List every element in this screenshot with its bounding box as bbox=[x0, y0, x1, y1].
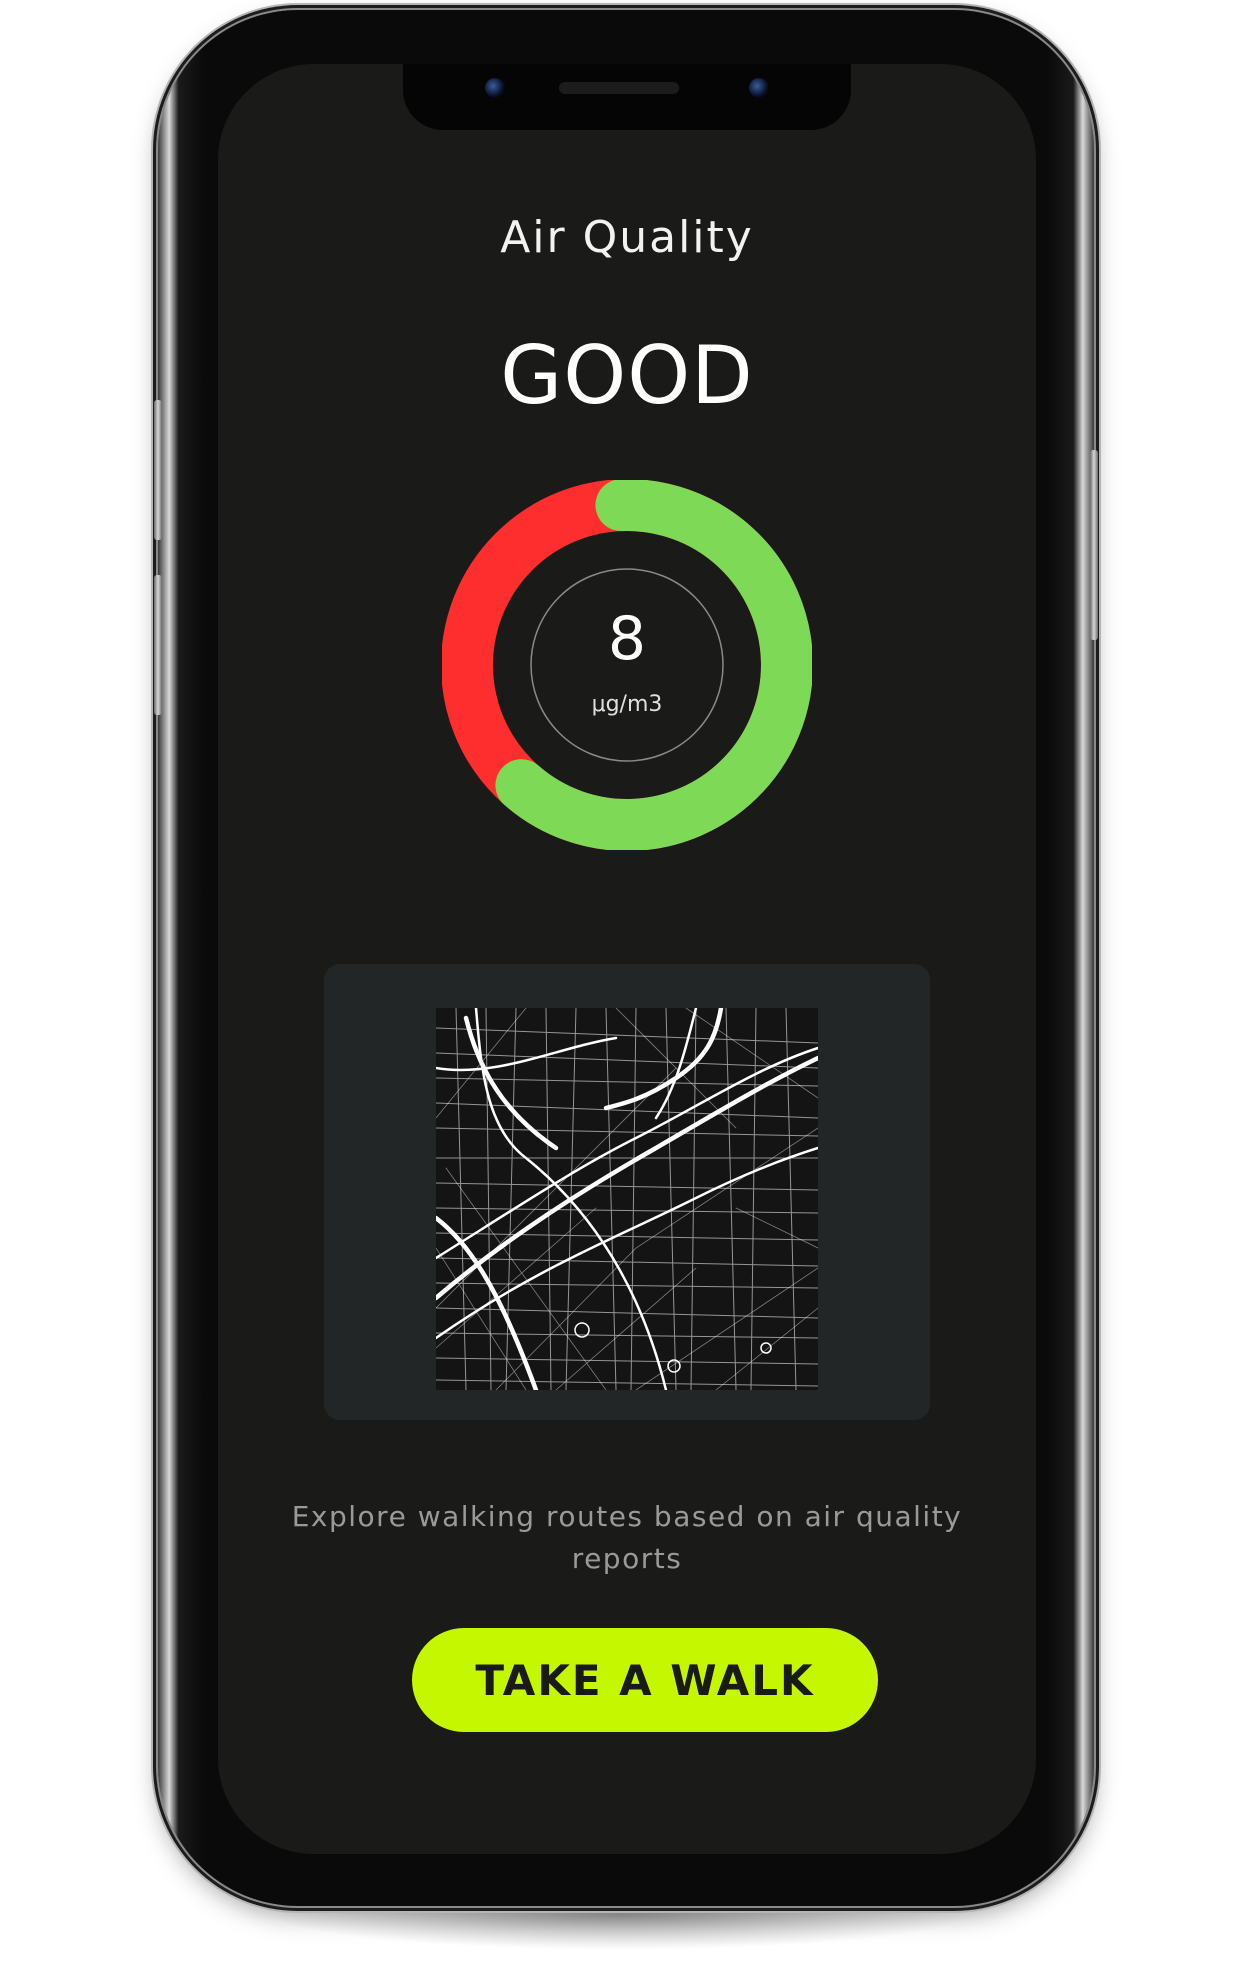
route-description: Explore walking routes based on air qual… bbox=[291, 1500, 963, 1575]
app-screen: Air Quality GOOD 8 μg/m3 Explore walking… bbox=[218, 64, 1036, 1854]
city-map-icon bbox=[436, 1008, 818, 1390]
front-camera-icon bbox=[485, 78, 505, 98]
gauge-unit: μg/m3 bbox=[591, 692, 663, 717]
volume-up-button bbox=[154, 400, 162, 540]
gauge-value: 8 bbox=[607, 604, 647, 674]
take-a-walk-button[interactable]: TAKE A WALK bbox=[412, 1628, 878, 1732]
sensor-icon bbox=[749, 78, 769, 98]
volume-down-button bbox=[154, 575, 162, 715]
phone-notch bbox=[403, 64, 851, 130]
earpiece-speaker bbox=[559, 82, 679, 94]
page-title: Air Quality bbox=[500, 212, 754, 263]
map-card[interactable] bbox=[324, 964, 930, 1420]
power-button bbox=[1090, 450, 1098, 640]
air-quality-status: GOOD bbox=[500, 329, 754, 422]
